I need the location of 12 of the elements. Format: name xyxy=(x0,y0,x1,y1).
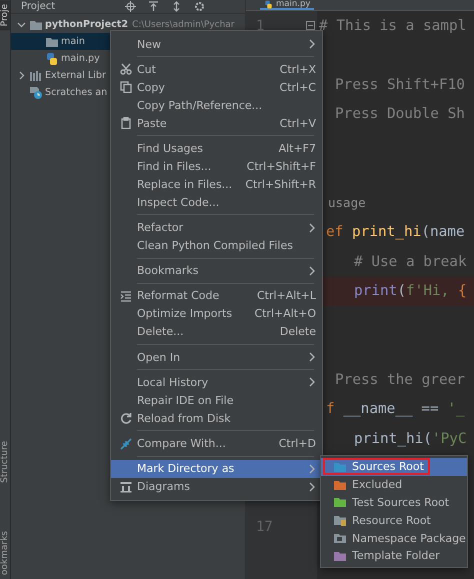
highlight-frame: Sources Root xyxy=(323,458,430,476)
code-line: Press Double Sh xyxy=(335,106,465,122)
code-line: ef print_hi(name xyxy=(326,224,465,240)
code-line: f __name__ == '_ xyxy=(326,401,465,418)
code-line: Press the greer xyxy=(335,372,465,388)
panel-title: Project xyxy=(21,1,56,12)
code-line: # This is a sampl xyxy=(319,18,466,34)
usage-hint: usage xyxy=(328,195,366,210)
code-line: print(f'Hi, { xyxy=(354,283,467,300)
code-line: print_hi('PyC xyxy=(354,430,467,447)
code-line: Press Shift+F10 xyxy=(335,76,465,93)
code-line: # Use a break xyxy=(354,254,467,270)
